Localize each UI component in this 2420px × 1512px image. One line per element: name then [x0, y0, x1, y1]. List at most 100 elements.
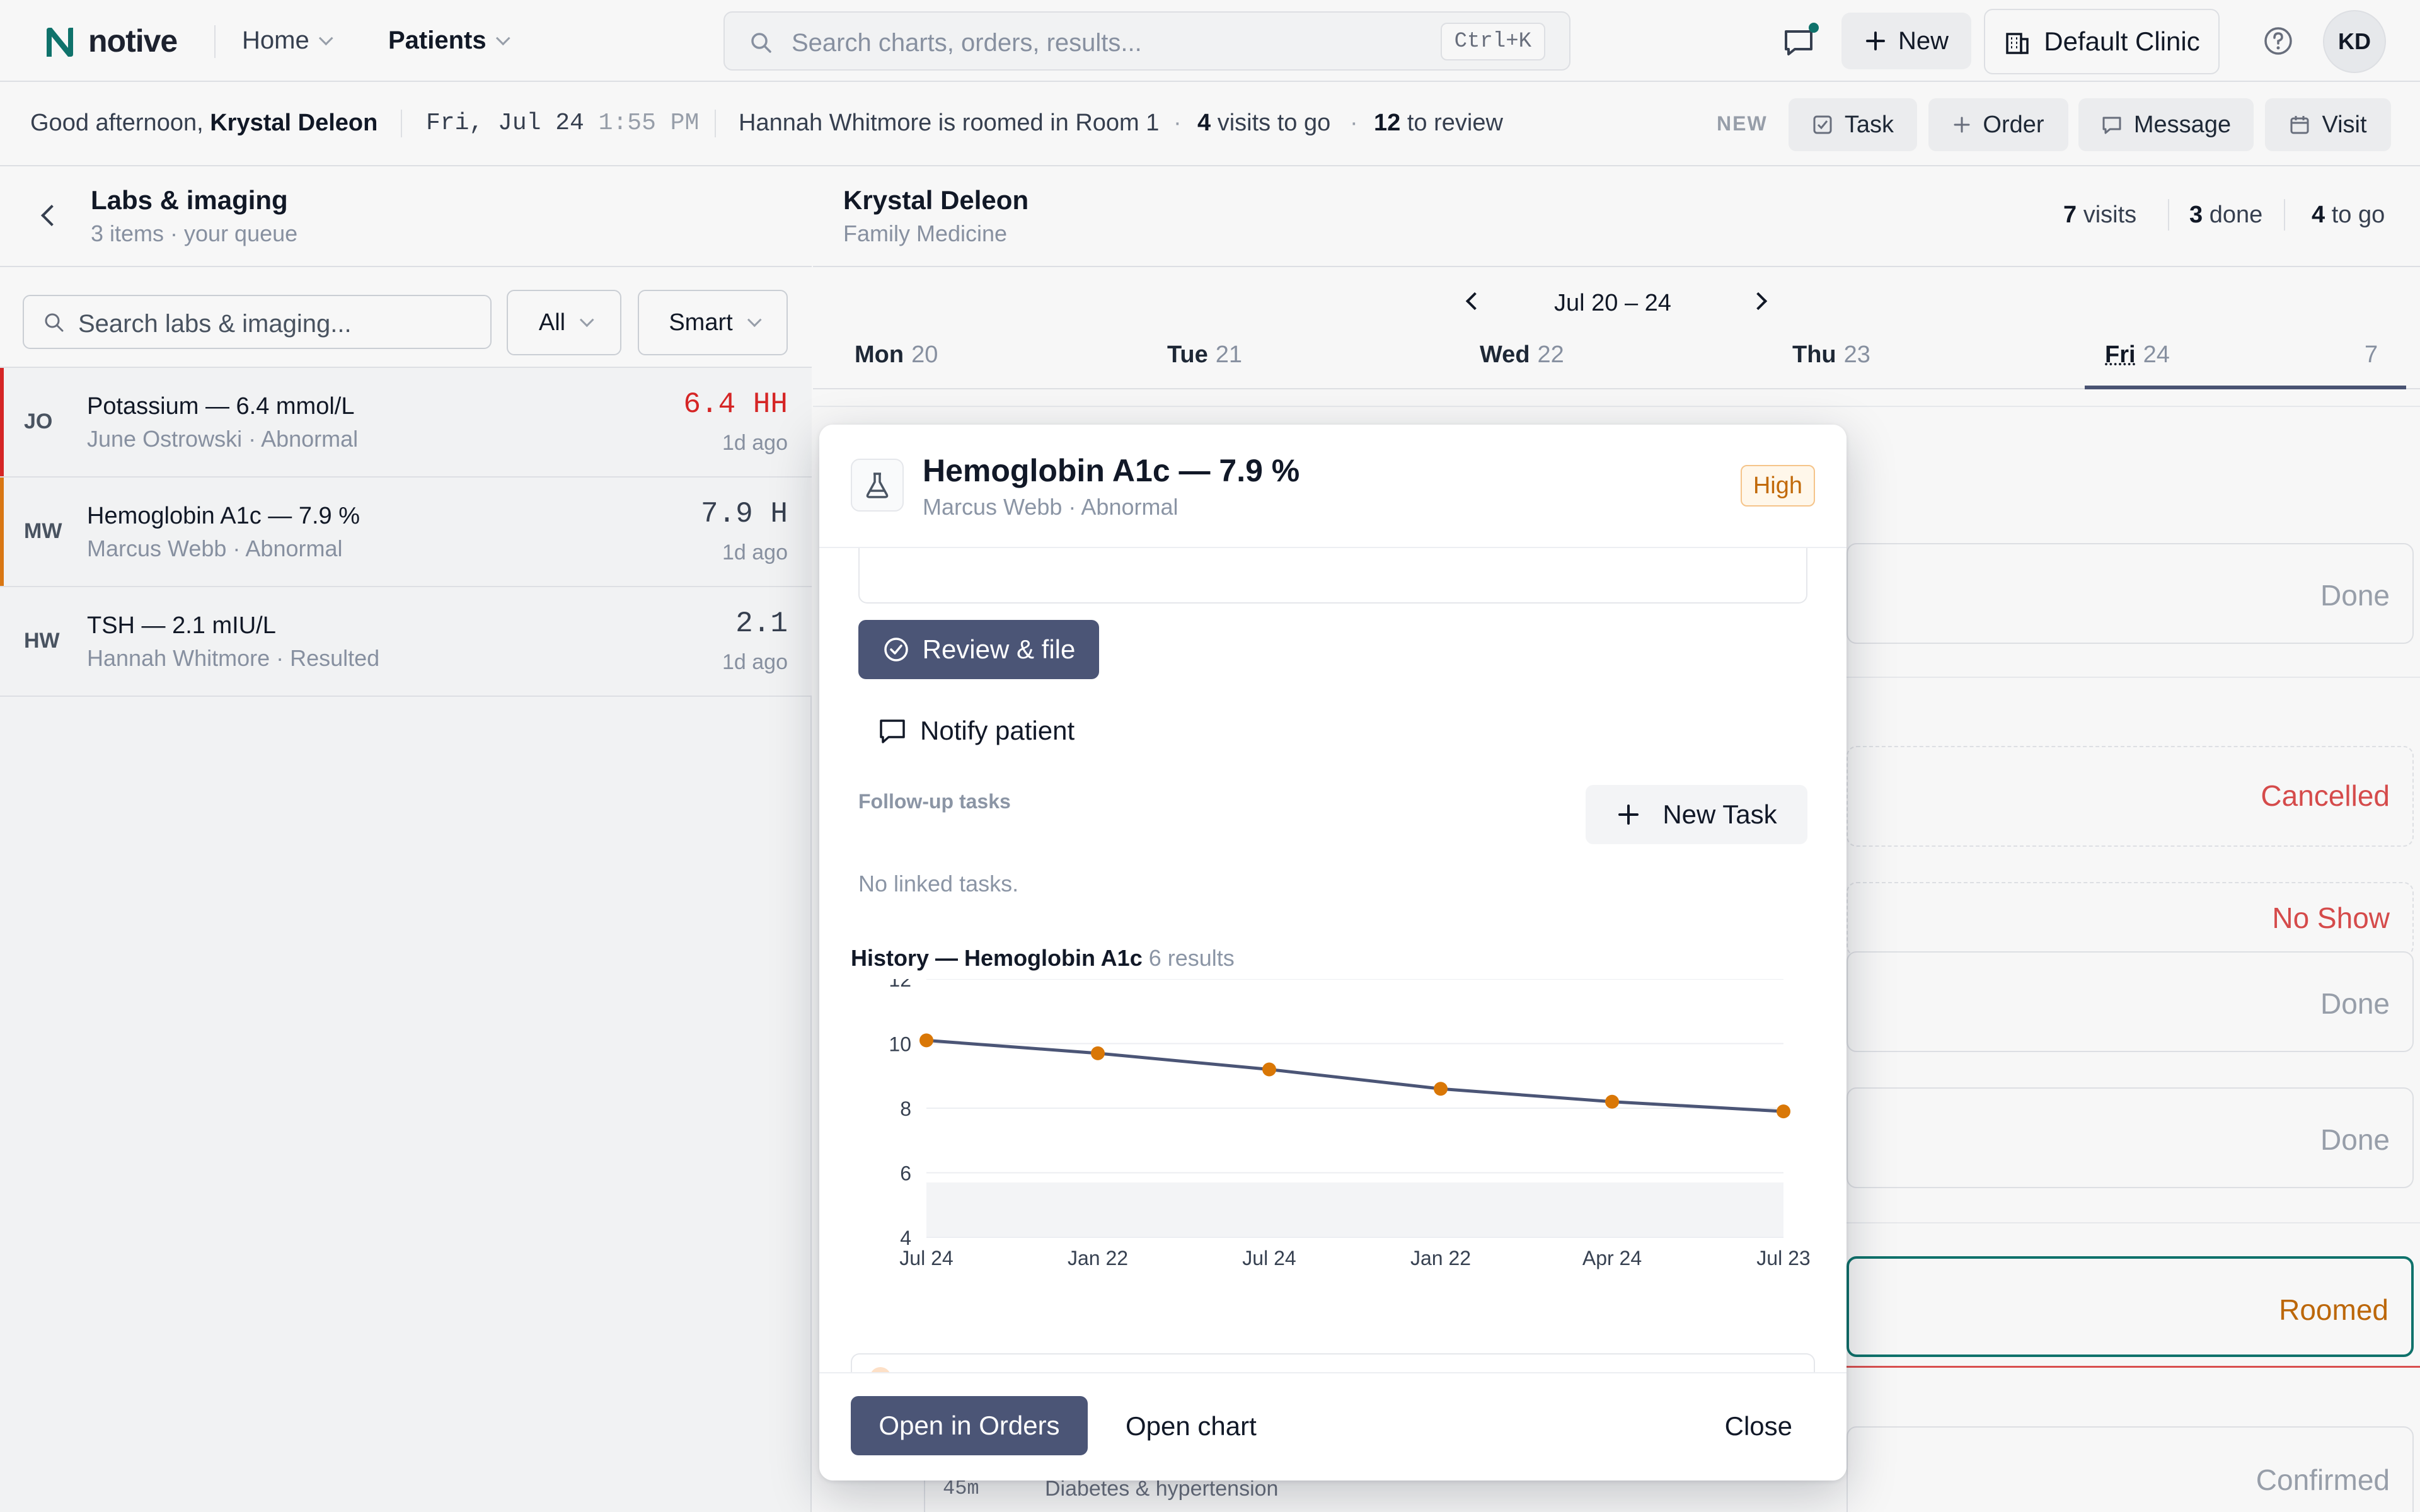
review-count: 12 — [1374, 110, 1401, 136]
messages-button[interactable] — [1778, 21, 1819, 62]
new-message-button[interactable]: Message — [2078, 98, 2254, 151]
new-visit-button[interactable]: Visit — [2265, 98, 2391, 151]
x-tick-label: Jul 24 — [1242, 1247, 1296, 1269]
labs-search-input[interactable]: Search labs & imaging... — [23, 295, 492, 349]
day-tab-thu[interactable]: Thu 23 — [1792, 341, 1870, 369]
visit-card[interactable]: Done — [1847, 951, 2414, 1052]
prev-week-icon[interactable] — [1465, 292, 1484, 311]
day-tab-wed[interactable]: Wed 22 — [1480, 341, 1564, 369]
divider — [813, 406, 2420, 407]
roomed-notice[interactable]: Hannah Whitmore is roomed in Room 1 — [739, 110, 1159, 137]
global-search-input[interactable]: Search charts, orders, results... Ctrl+K — [723, 11, 1570, 71]
y-tick-label: 10 — [889, 1033, 911, 1056]
day-tab-tue[interactable]: Tue 21 — [1167, 341, 1242, 369]
lab-age: 1d ago — [722, 541, 788, 564]
next-week-icon[interactable] — [1749, 292, 1768, 311]
nav-divider — [214, 25, 216, 58]
patient-initials: JO — [24, 410, 53, 433]
notive-logo-icon[interactable] — [43, 25, 77, 59]
back-icon[interactable] — [41, 205, 62, 226]
user-avatar[interactable]: KD — [2323, 10, 2386, 73]
visit-status: Roomed — [2279, 1293, 2388, 1326]
nav-patients[interactable]: Patients — [388, 26, 510, 55]
app-name[interactable]: notive — [88, 23, 178, 59]
sort-select[interactable]: Smart — [638, 290, 788, 355]
plus-icon — [1865, 32, 1885, 50]
lab-list-item[interactable]: MW Hemoglobin A1c — 7.9 % Marcus Webb · … — [0, 478, 812, 587]
severity-flag — [0, 478, 4, 586]
day-name: Fri — [2105, 341, 2136, 368]
day-tab-fri[interactable]: Fri 24 — [2105, 341, 2170, 369]
data-point — [1605, 1094, 1619, 1109]
to-review[interactable]: 12 to review — [1374, 110, 1503, 137]
visit-card[interactable]: Confirmed — [1847, 1426, 2414, 1512]
review-file-button[interactable]: Review & file — [858, 620, 1099, 679]
lab-patient: June Ostrowski · Abnormal — [87, 426, 359, 452]
visit-status: Done — [2320, 1123, 2390, 1156]
visit-card-roomed[interactable]: Roomed — [1847, 1256, 2414, 1357]
new-order-button[interactable]: Order — [1928, 98, 2068, 151]
notify-patient-button[interactable]: Notify patient — [877, 716, 1075, 746]
plus-icon — [1618, 805, 1639, 825]
visit-card[interactable]: No Show — [1847, 882, 2414, 956]
visits-to-go[interactable]: 4 visits to go — [1197, 110, 1330, 137]
stat-to-go: 4 to go — [2312, 202, 2385, 229]
day-num: 23 — [1843, 341, 1870, 368]
open-chart-button[interactable]: Open chart — [1126, 1411, 1257, 1441]
day-name: Thu — [1792, 341, 1836, 368]
lab-list-item[interactable]: HW TSH — 2.1 mIU/L Hannah Whitmore · Res… — [0, 587, 812, 697]
order-label: Order — [1983, 111, 2044, 138]
patient-initials: HW — [24, 629, 60, 653]
visit-card[interactable]: Done — [1847, 543, 2414, 644]
modal-footer: Open in Orders Open chart Close — [819, 1372, 1847, 1480]
visits-count: 4 — [1197, 110, 1211, 136]
clinic-selector[interactable]: Default Clinic — [1984, 9, 2220, 74]
search-shortcut: Ctrl+K — [1440, 23, 1545, 60]
new-task-button[interactable]: Task — [1789, 98, 1917, 151]
day-name: Wed — [1480, 341, 1530, 368]
task-label: Task — [1844, 111, 1894, 138]
nav-home[interactable]: Home — [242, 26, 333, 55]
help-button[interactable] — [2262, 25, 2294, 57]
nav-patients-label: Patients — [388, 26, 487, 54]
day-num: 21 — [1215, 341, 1243, 368]
divider — [715, 110, 716, 137]
week-range: Jul 20 – 24 — [1554, 290, 1671, 316]
no-linked-tasks: No linked tasks. — [858, 871, 1019, 896]
y-tick-label: 12 — [889, 979, 911, 991]
fri-visit-count: 7 — [2365, 341, 2378, 368]
modal-subtitle: Marcus Webb · Abnormal — [923, 494, 1178, 520]
filter-status-value: All — [538, 309, 566, 336]
data-point — [919, 1033, 933, 1048]
severity-flag — [0, 368, 4, 476]
day-tab-mon[interactable]: Mon 20 — [855, 341, 938, 369]
stat-visits: 7 visits — [2063, 202, 2136, 229]
search-placeholder: Search charts, orders, results... — [792, 29, 1142, 57]
search-icon — [45, 313, 64, 332]
review-file-label: Review & file — [922, 634, 1076, 664]
visit-card[interactable]: Cancelled — [1847, 746, 2414, 847]
labs-search-placeholder: Search labs & imaging... — [78, 310, 352, 338]
new-actions-label: NEW — [1717, 112, 1768, 135]
clinic-label: Default Clinic — [2044, 26, 2200, 56]
filter-status-select[interactable]: All — [507, 290, 621, 355]
stat-done-num: 3 — [2189, 202, 2203, 228]
visit-card[interactable]: Done — [1847, 1087, 2414, 1188]
data-point — [1434, 1082, 1448, 1096]
series-line — [926, 1038, 1784, 1113]
current-datetime: Fri, Jul 24 1:55 PM — [426, 110, 699, 137]
lab-name: Hemoglobin A1c — 7.9 % — [87, 503, 360, 529]
new-task-label: New Task — [1662, 799, 1777, 829]
new-task-button[interactable]: New Task — [1586, 785, 1807, 844]
new-button[interactable]: New — [1841, 13, 1971, 69]
divider — [2168, 199, 2169, 231]
divider — [401, 110, 402, 137]
stat-done: 3 done — [2189, 202, 2262, 229]
patient-initials: MW — [24, 519, 62, 543]
visit-status: Confirmed — [2256, 1463, 2390, 1496]
close-button[interactable]: Close — [1725, 1411, 1792, 1441]
lab-name: Potassium — 6.4 mmol/L — [87, 393, 355, 420]
open-in-orders-button[interactable]: Open in Orders — [851, 1396, 1088, 1455]
lab-list-item[interactable]: JO Potassium — 6.4 mmol/L June Ostrowski… — [0, 368, 812, 478]
divider — [1847, 677, 2420, 678]
